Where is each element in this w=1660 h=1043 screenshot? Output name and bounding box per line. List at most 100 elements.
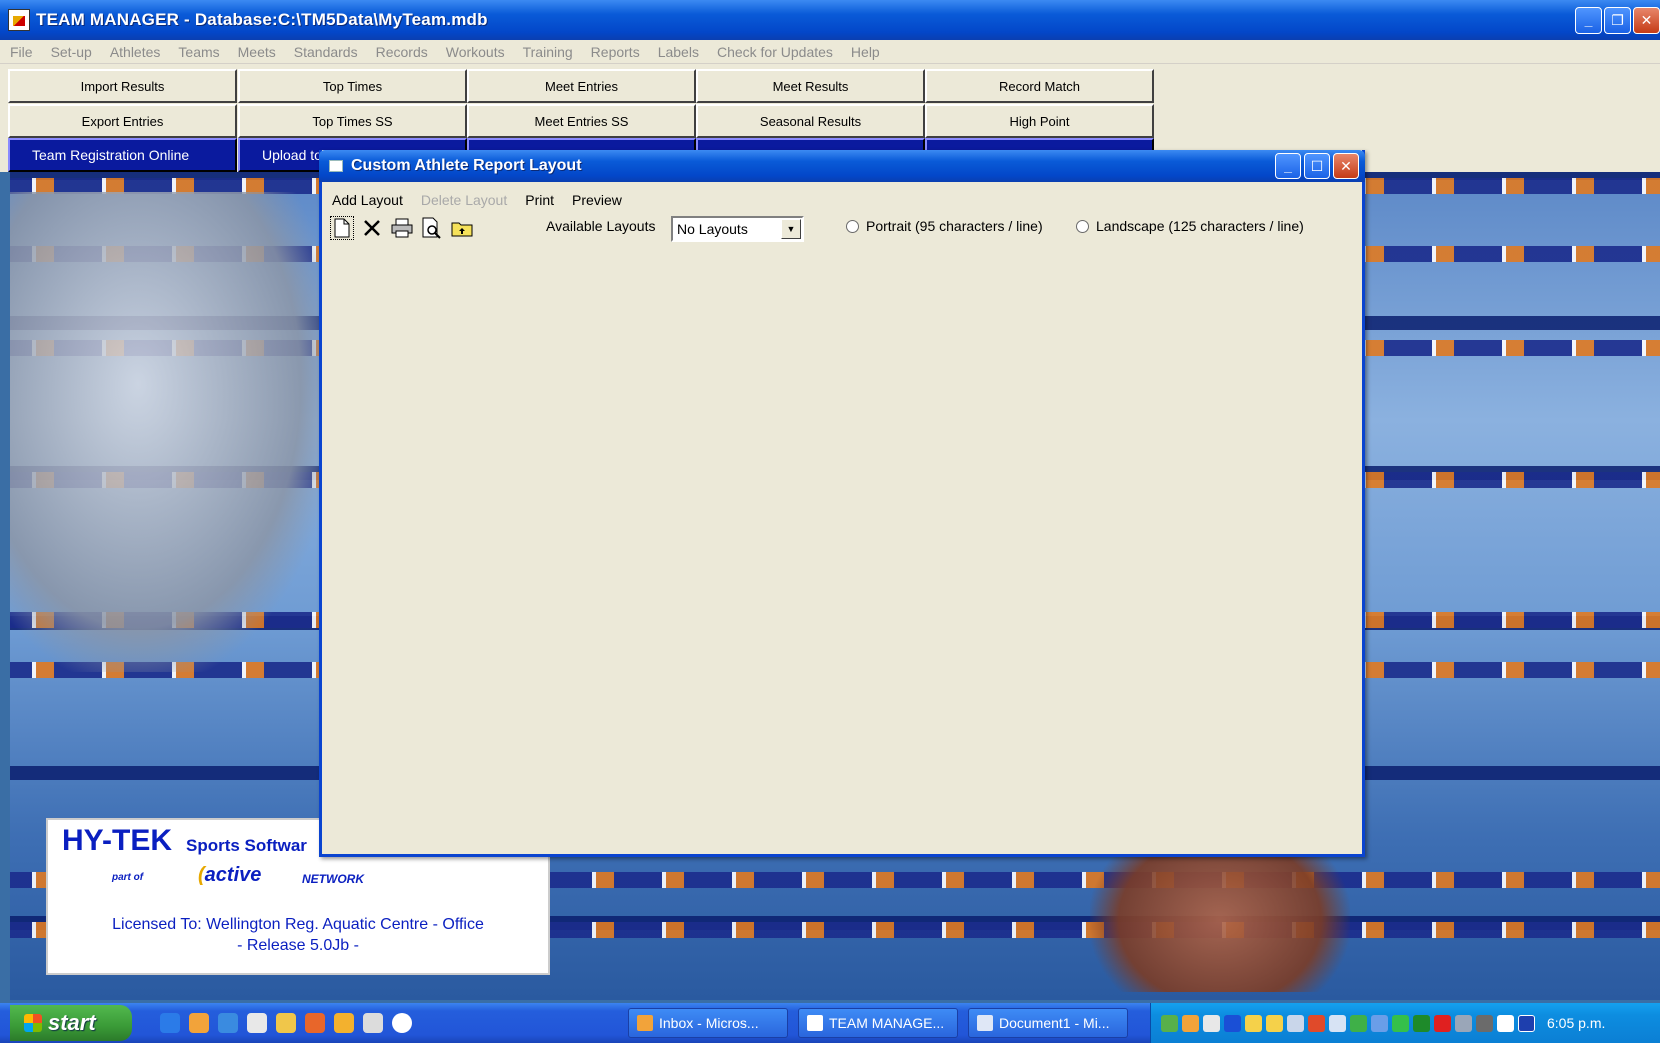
menu-preview[interactable]: Preview: [572, 192, 622, 208]
menu-reports[interactable]: Reports: [589, 44, 642, 60]
tray-icon-15[interactable]: [1455, 1014, 1472, 1032]
tray-icon-8[interactable]: [1308, 1014, 1325, 1032]
firefox-icon[interactable]: [305, 1013, 325, 1033]
system-tray: 6:05 p.m.: [1150, 1003, 1660, 1043]
portrait-radio-circle[interactable]: [846, 219, 859, 233]
portrait-radio[interactable]: Portrait (95 characters / line): [846, 218, 1043, 234]
network-text: NETWORK: [302, 872, 364, 886]
landscape-label: Landscape (125 characters / line): [1096, 218, 1304, 234]
tray-icon-11[interactable]: [1371, 1014, 1388, 1032]
dialog-window-icon: [329, 160, 343, 172]
dialog-menu-bar: Add Layout Delete Layout Print Preview: [332, 190, 640, 210]
word-task-icon: [977, 1015, 993, 1031]
menu-check-for-updates[interactable]: Check for Updates: [715, 44, 835, 60]
tray-icon-2[interactable]: [1182, 1014, 1199, 1032]
show-desktop-icon[interactable]: [247, 1013, 267, 1033]
close-button[interactable]: ✕: [1633, 6, 1660, 34]
delete-icon[interactable]: [360, 216, 384, 240]
ie-icon[interactable]: [160, 1013, 180, 1033]
import-results-button[interactable]: Import Results: [8, 69, 237, 103]
taskbar: start Inbox - Micros... TEAM MANAGE... D…: [0, 1003, 1660, 1043]
minimize-button[interactable]: _: [1575, 6, 1602, 34]
menu-workouts[interactable]: Workouts: [444, 44, 507, 60]
tray-icon-10[interactable]: [1350, 1014, 1367, 1032]
available-layouts-value: No Layouts: [677, 221, 748, 237]
tray-icon-13[interactable]: [1413, 1014, 1430, 1032]
dialog-maximize-button[interactable]: ☐: [1304, 153, 1330, 179]
menu-meets[interactable]: Meets: [236, 44, 278, 60]
restore-button[interactable]: ❐: [1604, 6, 1631, 34]
tray-icon-14[interactable]: [1434, 1014, 1451, 1032]
export-entries-button[interactable]: Export Entries: [8, 104, 237, 138]
meet-entries-ss-button[interactable]: Meet Entries SS: [467, 104, 696, 138]
folder-icon[interactable]: [276, 1013, 296, 1033]
menu-labels[interactable]: Labels: [656, 44, 701, 60]
chevron-down-icon[interactable]: ▼: [781, 219, 801, 239]
task-document1-label: Document1 - Mi...: [999, 1015, 1110, 1031]
app-title-bar[interactable]: TEAM MANAGER - Database:C:\TM5Data\MyTea…: [0, 0, 1660, 40]
dialog-toolbar: [330, 216, 474, 240]
menu-standards[interactable]: Standards: [292, 44, 360, 60]
dialog-title: Custom Athlete Report Layout: [351, 157, 582, 174]
dialog-close-button[interactable]: ✕: [1333, 153, 1359, 179]
landscape-radio-circle[interactable]: [1076, 219, 1089, 233]
windows-logo-icon: [24, 1014, 42, 1032]
seasonal-results-button[interactable]: Seasonal Results: [696, 104, 925, 138]
shield-icon[interactable]: [1266, 1014, 1283, 1032]
preview-icon[interactable]: [420, 216, 444, 240]
menu-setup[interactable]: Set-up: [49, 44, 94, 60]
dialog-title-bar[interactable]: Custom Athlete Report Layout _ ☐ ✕: [319, 150, 1365, 182]
menu-print[interactable]: Print: [525, 192, 554, 208]
bluetooth-icon[interactable]: [1224, 1014, 1241, 1032]
tray-icon-1[interactable]: [1161, 1014, 1178, 1032]
open-folder-icon[interactable]: [450, 216, 474, 240]
menu-delete-layout[interactable]: Delete Layout: [421, 192, 507, 208]
calculator-icon[interactable]: [363, 1013, 383, 1033]
tray-icon-18[interactable]: [1518, 1014, 1535, 1032]
menu-training[interactable]: Training: [521, 44, 575, 60]
new-layout-icon[interactable]: [330, 216, 354, 240]
top-times-button[interactable]: Top Times: [238, 69, 467, 103]
tray-icon-3[interactable]: [1203, 1014, 1220, 1032]
landscape-radio[interactable]: Landscape (125 characters / line): [1076, 218, 1304, 234]
clock[interactable]: 6:05 p.m.: [1547, 1015, 1605, 1031]
meet-results-button[interactable]: Meet Results: [696, 69, 925, 103]
outlook-icon[interactable]: [189, 1013, 209, 1033]
team-manager-task-icon: [807, 1015, 823, 1031]
ie-browser-icon[interactable]: [218, 1013, 238, 1033]
menu-add-layout[interactable]: Add Layout: [332, 192, 403, 208]
tray-icon-12[interactable]: [1392, 1014, 1409, 1032]
dialog-minimize-button[interactable]: _: [1275, 153, 1301, 179]
custom-athlete-report-layout-dialog: Custom Athlete Report Layout _ ☐ ✕ Add L…: [319, 150, 1365, 857]
print-icon[interactable]: [390, 216, 414, 240]
hytek-sports-software-text: Sports Softwar: [186, 836, 307, 855]
media-player-icon[interactable]: [392, 1013, 412, 1033]
start-label: start: [48, 1010, 96, 1035]
start-button[interactable]: start: [10, 1005, 132, 1041]
record-match-button[interactable]: Record Match: [925, 69, 1154, 103]
chrome-icon[interactable]: [334, 1013, 354, 1033]
tray-icon-17[interactable]: [1497, 1014, 1514, 1032]
available-layouts-select[interactable]: No Layouts ▼: [671, 216, 804, 242]
tray-icon-9[interactable]: [1329, 1014, 1346, 1032]
team-manager-app-icon: [8, 9, 30, 31]
volume-icon[interactable]: [1476, 1014, 1493, 1032]
top-times-ss-button[interactable]: Top Times SS: [238, 104, 467, 138]
task-inbox[interactable]: Inbox - Micros...: [628, 1008, 788, 1038]
app-title: TEAM MANAGER - Database:C:\TM5Data\MyTea…: [36, 10, 488, 29]
portrait-label: Portrait (95 characters / line): [866, 218, 1043, 234]
task-team-manager-label: TEAM MANAGE...: [829, 1015, 945, 1031]
menu-records[interactable]: Records: [374, 44, 430, 60]
active-network-logo: (active: [198, 864, 262, 886]
menu-teams[interactable]: Teams: [176, 44, 221, 60]
task-team-manager[interactable]: TEAM MANAGE...: [798, 1008, 958, 1038]
menu-file[interactable]: File: [8, 44, 35, 60]
network-icon[interactable]: [1287, 1014, 1304, 1032]
team-registration-online-button[interactable]: Team Registration Online: [8, 138, 237, 172]
high-point-button[interactable]: High Point: [925, 104, 1154, 138]
menu-athletes[interactable]: Athletes: [108, 44, 163, 60]
meet-entries-button[interactable]: Meet Entries: [467, 69, 696, 103]
tray-icon-5[interactable]: [1245, 1014, 1262, 1032]
task-document1[interactable]: Document1 - Mi...: [968, 1008, 1128, 1038]
menu-help[interactable]: Help: [849, 44, 882, 60]
